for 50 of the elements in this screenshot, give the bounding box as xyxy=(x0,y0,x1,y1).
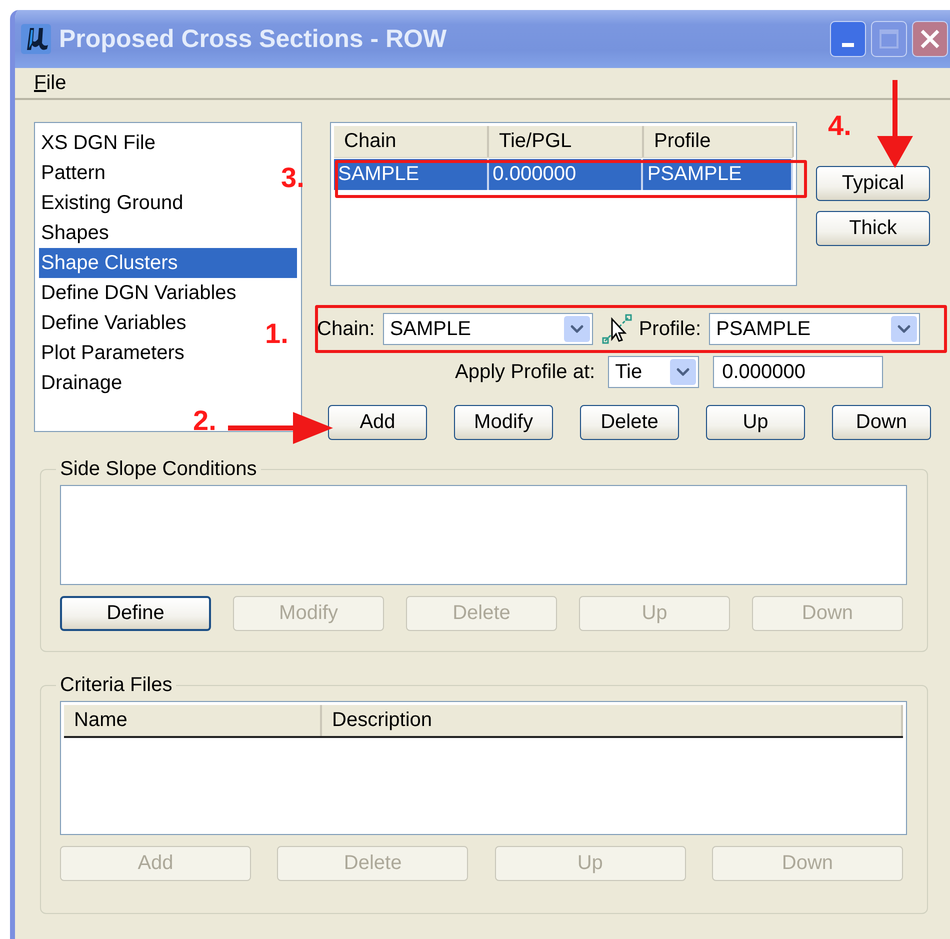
dropdown-button[interactable] xyxy=(891,316,918,342)
maximize-icon xyxy=(879,29,899,49)
list-item[interactable]: Plot Parameters xyxy=(39,338,184,368)
group-title: Side Slope Conditions xyxy=(59,458,258,481)
chain-dropdown[interactable]: SAMPLE xyxy=(382,313,593,345)
app-logo-icon xyxy=(21,24,51,54)
callout-number: 2. xyxy=(193,407,216,435)
push-button[interactable]: Add xyxy=(328,405,427,440)
push-button[interactable]: Up xyxy=(706,405,805,440)
column-header[interactable]: Description xyxy=(322,705,903,736)
pointer-pick-icon xyxy=(600,313,633,345)
callout-number: 1. xyxy=(265,320,288,348)
list-item[interactable]: Shape Clusters xyxy=(39,248,297,278)
column-header[interactable]: Tie/PGL xyxy=(489,126,644,157)
table-row[interactable]: SAMPLE 0.000000 PSAMPLE xyxy=(334,159,793,190)
list-item[interactable]: Define DGN Variables xyxy=(39,278,236,308)
push-button[interactable]: Delete xyxy=(580,405,679,440)
profile-dropdown[interactable]: PSAMPLE xyxy=(709,313,920,345)
close-button[interactable] xyxy=(912,21,948,57)
minimize-icon xyxy=(842,43,854,47)
field-label: Chain: xyxy=(317,318,375,340)
list-item[interactable]: Shapes xyxy=(39,218,109,248)
push-button[interactable]: Thick xyxy=(816,211,930,246)
list-item[interactable]: Existing Ground xyxy=(39,188,184,218)
table-cell: PSAMPLE xyxy=(643,159,793,190)
table-cell: SAMPLE xyxy=(334,159,489,190)
group-title: Criteria Files xyxy=(59,674,174,697)
minimize-button[interactable] xyxy=(830,21,866,57)
column-header[interactable]: Profile xyxy=(644,126,794,157)
close-icon xyxy=(919,28,941,50)
push-button[interactable]: Down xyxy=(832,405,931,440)
list-item[interactable]: Drainage xyxy=(39,368,122,398)
table-cell: 0.000000 xyxy=(488,159,644,190)
column-header[interactable]: Name xyxy=(64,705,322,736)
field-label: Profile: xyxy=(638,318,702,340)
column-header[interactable]: Chain xyxy=(334,126,489,157)
list-item[interactable]: Define Variables xyxy=(39,308,186,338)
offset-field[interactable]: 0.000000 xyxy=(713,356,884,388)
menu-item[interactable]: File xyxy=(34,72,66,94)
push-button[interactable]: Typical xyxy=(816,166,930,201)
callout-number: 4. xyxy=(828,112,852,140)
push-button[interactable]: Define xyxy=(60,596,211,631)
dropdown-button[interactable] xyxy=(670,359,696,385)
apply-at-dropdown[interactable]: Tie xyxy=(608,356,700,388)
list-item[interactable]: Pattern xyxy=(39,158,106,188)
field-label: Apply Profile at: xyxy=(455,360,596,384)
push-button[interactable]: Modify xyxy=(454,405,553,440)
list-item[interactable]: XS DGN File xyxy=(39,128,156,158)
dropdown-button[interactable] xyxy=(564,316,590,342)
window-title: Proposed Cross Sections - ROW xyxy=(59,24,448,54)
